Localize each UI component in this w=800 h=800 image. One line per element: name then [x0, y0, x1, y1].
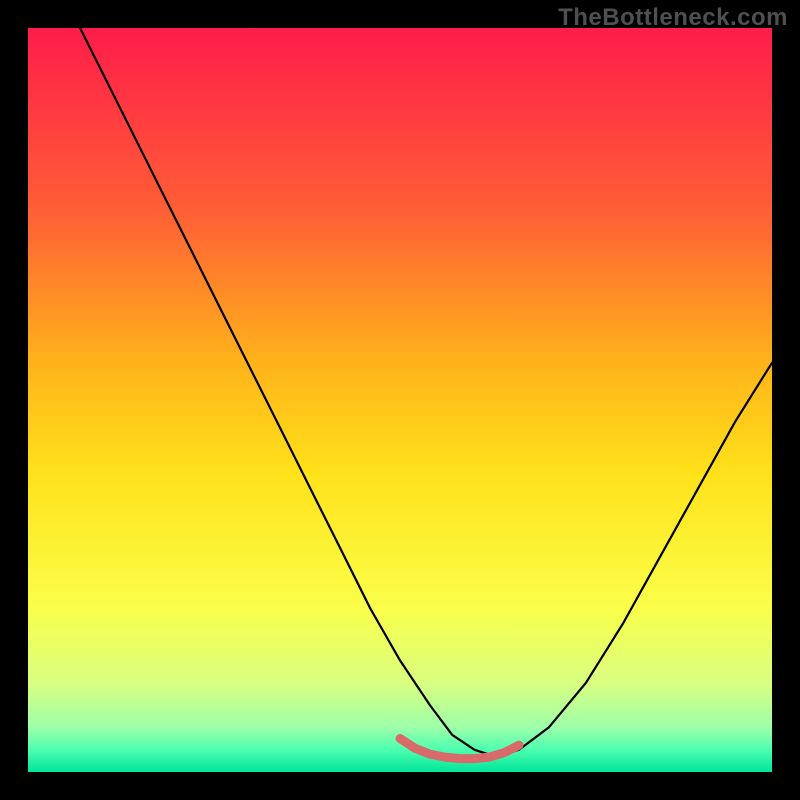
chart-frame: TheBottleneck.com [0, 0, 800, 800]
watermark-label: TheBottleneck.com [558, 4, 788, 32]
plot-area [28, 28, 772, 772]
chart-svg [28, 28, 772, 772]
